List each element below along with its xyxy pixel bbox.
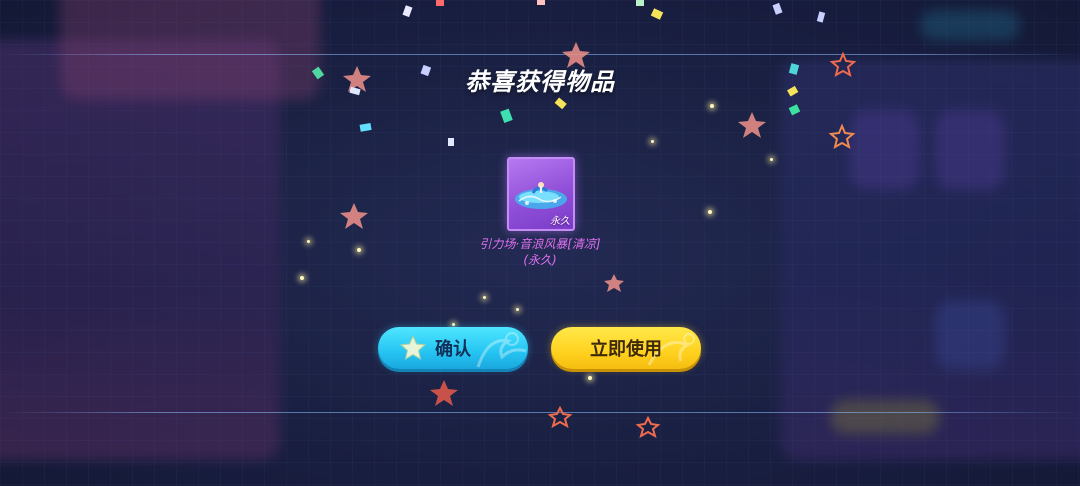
reward-item-name: 引力场·音浪风暴[清凉] (永久): [440, 236, 640, 268]
sparkle: [483, 296, 486, 299]
sparkle: [516, 308, 519, 311]
sparkle: [588, 376, 592, 380]
reward-popup-scene: 恭喜获得物品 永久 引力场·音浪风暴[清凉] (永久) 确认 立即使用: [0, 0, 1080, 486]
sparkle: [710, 104, 714, 108]
sparkle: [307, 240, 310, 243]
use-now-button[interactable]: 立即使用: [551, 327, 701, 369]
wave-decoration-icon: [476, 332, 527, 368]
sparkle: [708, 210, 712, 214]
sparkle: [357, 248, 361, 252]
confirm-button[interactable]: 确认: [378, 327, 528, 369]
sparkle: [452, 323, 455, 326]
reward-item-title: 引力场·音浪风暴[清凉]: [479, 237, 601, 251]
sparkle: [651, 140, 654, 143]
item-duration-tag: 永久: [550, 216, 570, 227]
reward-item-duration: (永久): [523, 253, 557, 267]
confirm-button-label: 确认: [435, 339, 471, 360]
use-now-button-label: 立即使用: [590, 339, 662, 360]
star-icon: [400, 335, 426, 361]
sparkle: [770, 158, 773, 161]
sparkle: [300, 276, 304, 280]
reward-item-card[interactable]: 永久: [507, 157, 575, 231]
popup-title: 恭喜获得物品: [465, 68, 615, 96]
